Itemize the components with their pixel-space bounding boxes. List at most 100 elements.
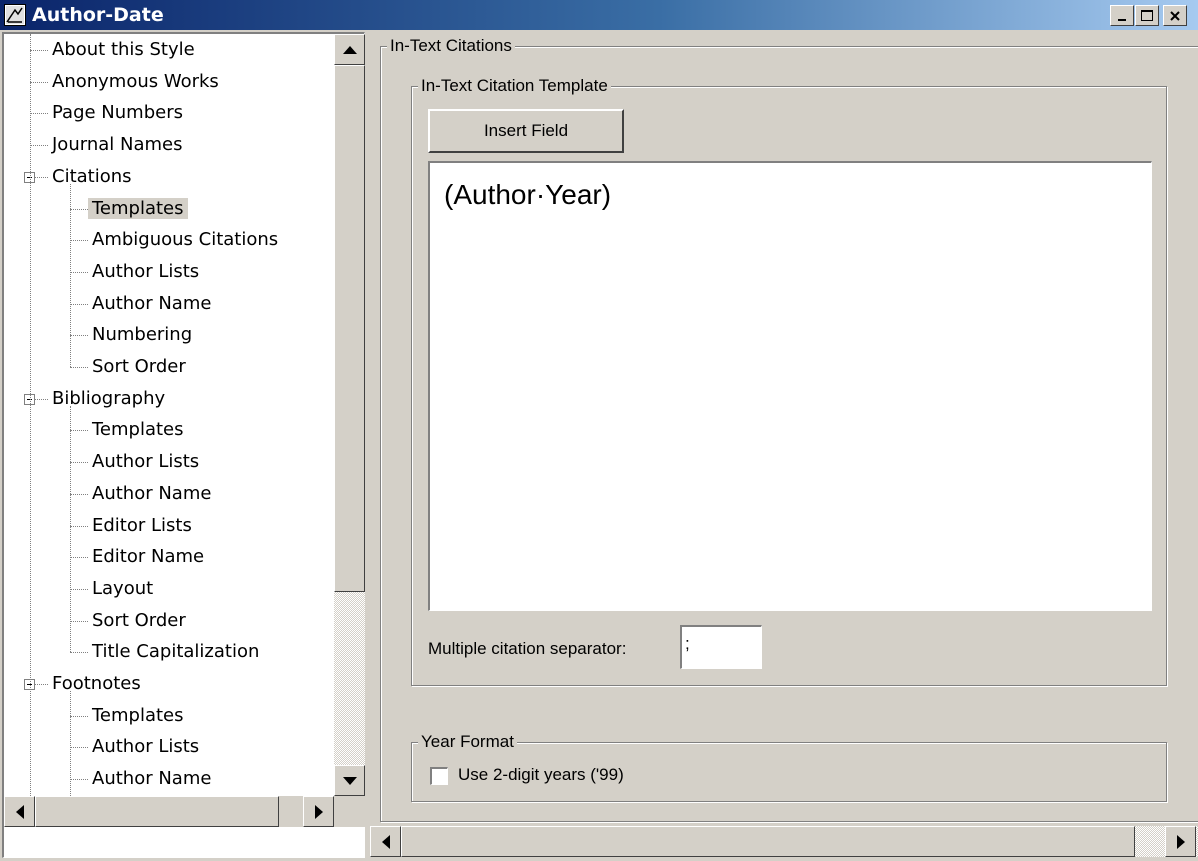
tree-item-label: Layout [92,577,154,599]
style-icon[interactable] [4,4,26,26]
tree-item[interactable]: Title Capitalization [88,637,263,667]
tree-item[interactable]: Bibliography [48,384,169,414]
tree-item[interactable]: Author Lists [88,257,203,287]
tree-item[interactable]: Sort Order [88,606,190,636]
tree-item[interactable]: Editor Name [88,542,208,572]
two-digit-years-checkbox[interactable] [430,767,448,785]
tree-item-label: Author Name [92,292,212,314]
tree-item[interactable]: About this Style [48,35,199,65]
tree-item[interactable]: Templates [88,415,188,445]
tree-branch-line [70,183,71,367]
citation-template-editor[interactable]: (Author·Year) [428,161,1152,611]
tree-item[interactable]: Anonymous Works [48,67,223,97]
tree-item[interactable]: Editor Lists [88,511,196,541]
tree-vertical-scrollbar[interactable] [334,34,365,796]
tree-item-label: Page Numbers [52,102,183,124]
tree-scroll-thumb[interactable] [334,65,365,592]
tree-item-label: About this Style [52,39,195,60]
tree-connector [70,367,88,368]
tree-connector [70,208,88,210]
close-icon [1170,10,1180,21]
tree-connector [70,303,88,305]
tree-item-label: Author Lists [92,451,200,473]
tree-item-label: Editor Lists [92,514,192,536]
tree-connector [70,240,88,242]
tree-item[interactable]: Ambiguous Citations [88,225,282,255]
tree-connector [70,652,88,654]
tree-item-label: Author Lists [92,736,200,758]
tree-connector [35,398,48,400]
scroll-up-button[interactable] [334,34,365,65]
tree-horizontal-scrollbar[interactable] [4,796,334,827]
window-title: Author-Date [32,4,164,26]
tree-branch-line [70,691,71,796]
tree-connector [30,113,48,115]
tree-item-label: Ambiguous Citations [92,229,279,251]
tree-item-label: Templates [92,704,184,726]
tree-item-label: Author Name [92,482,212,504]
tree-item[interactable]: Author Name [88,289,215,319]
tree-item[interactable]: Author Lists [88,447,203,477]
tree-connector [70,557,88,559]
tree-item[interactable]: Layout [88,574,157,604]
tree-item[interactable]: Footnotes [48,669,145,699]
settings-horizontal-scrollbar[interactable] [370,826,1198,857]
style-tree-pane: About this Style Anonymous Works Page Numb… [2,32,365,858]
scroll-right-button[interactable] [303,796,334,827]
tree-item[interactable]: Author Lists [88,732,203,762]
tree-connector [70,747,88,749]
tree-item-label: Sort Order [92,356,186,377]
year-format-group: Year Format Use 2-digit years ('99) [411,732,1167,802]
tree-item[interactable]: Author Name [88,764,215,794]
tree-connector [70,715,88,717]
minimize-button[interactable] [1110,5,1134,26]
settings-scroll-right-button[interactable] [1165,826,1196,857]
author-date-window: Author-Date About this Style Anonymous Wo… [0,0,1198,861]
tree-item[interactable]: Templates [88,701,188,731]
in-text-citations-label: In-Text Citations [387,36,515,56]
separator-label: Multiple citation separator: [428,639,627,658]
tree-item-label: Journal Names [52,134,183,156]
scroll-down-button[interactable] [334,765,365,796]
title-bar[interactable]: Author-Date [0,0,1198,30]
tree-connector [30,81,48,83]
two-digit-years-label[interactable]: Use 2-digit years ('99) [458,765,624,785]
close-button[interactable] [1163,5,1187,26]
citation-template-group: In-Text Citation Template Insert Field (… [411,76,1167,686]
tree-item[interactable]: Author Name [88,479,215,509]
arrow-left-icon [381,834,390,849]
tree-item-label: Footnotes [52,673,141,694]
tree-item-label: Citations [52,165,132,187]
tree-item[interactable]: Templates [88,194,188,224]
tree-item[interactable]: Page Numbers [48,98,187,128]
tree-item[interactable]: Journal Names [48,130,186,160]
style-tree[interactable]: About this Style Anonymous Works Page Numb… [4,34,334,796]
tree-item-label: Author Lists [92,260,200,282]
arrow-right-icon [1176,834,1185,849]
tree-connector [35,684,48,685]
tree-item[interactable]: Citations [48,162,136,192]
insert-field-button[interactable]: Insert Field [428,109,624,153]
tree-connector [35,176,48,178]
in-text-citations-group: In-Text Citations In-Text Citation Templ… [380,36,1198,822]
separator-input[interactable]: ; [680,625,762,669]
arrow-right-icon [314,804,323,819]
tree-item-label: Numbering [92,324,193,346]
tree-item-label: Anonymous Works [52,70,219,92]
tree-item[interactable]: Sort Order [88,352,190,382]
tree-item[interactable]: Numbering [88,320,196,350]
tree-connector [70,525,88,527]
tree-connector [70,335,88,337]
maximize-button[interactable] [1135,5,1159,26]
settings-hscroll-thumb[interactable] [401,826,1135,857]
tree-item-label: Templates [92,419,184,441]
tree-connector [30,145,48,147]
arrow-up-icon [342,45,357,54]
settings-pane: In-Text Citations In-Text Citation Templ… [370,32,1198,858]
settings-scroll-left-button[interactable] [370,826,401,857]
tree-connector [70,588,88,590]
arrow-down-icon [342,776,357,785]
maximize-icon [1141,9,1153,21]
scroll-left-button[interactable] [4,796,35,827]
tree-hscroll-thumb[interactable] [35,796,279,827]
